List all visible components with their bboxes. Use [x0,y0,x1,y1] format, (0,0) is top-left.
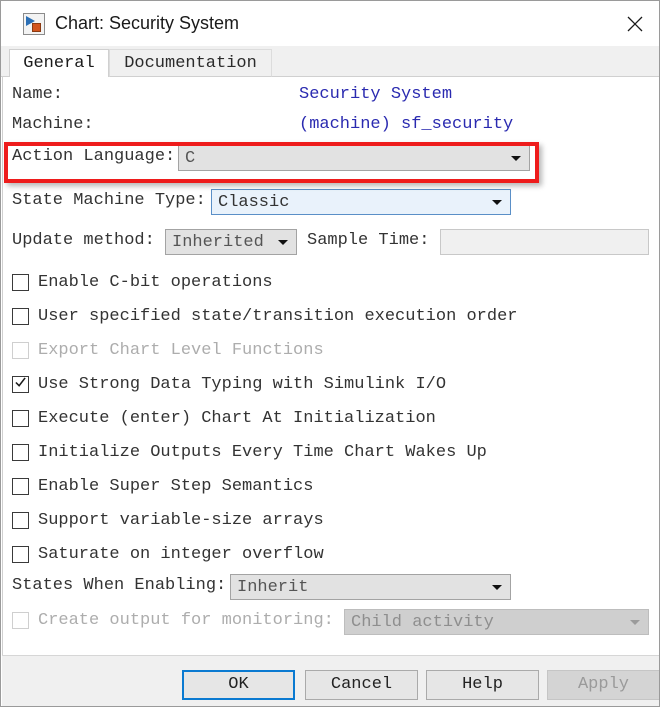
checkbox-box [12,512,29,529]
checkbox-box [12,376,29,393]
checkbox-box [12,546,29,563]
update-method-select[interactable]: Inherited [165,229,297,255]
checkbox-label: Use Strong Data Typing with Simulink I/O [38,375,447,394]
checkbox-label: Support variable-size arrays [38,511,324,530]
checkbox-label: Execute (enter) Chart At Initialization [38,409,436,428]
action-language-value: C [185,148,196,168]
checkbox-create-output-for-monitoring: Create output for monitoring: [12,611,334,630]
window-title: Chart: Security System [55,13,240,33]
states-when-enabling-select[interactable]: Inherit [230,574,511,600]
stateflow-chart-icon [23,12,45,35]
create-output-label: Create output for monitoring: [38,611,334,630]
checkbox-use-strong-data-typing[interactable]: Use Strong Data Typing with Simulink I/O [12,375,446,394]
chevron-down-icon [630,620,640,625]
apply-button: Apply [547,670,659,700]
cancel-button-label: Cancel [330,675,393,694]
update-method-row: Update method: [12,231,155,250]
create-output-value: Child activity [351,612,494,632]
checkbox-label: Export Chart Level Functions [38,341,324,360]
checkbox-execute-chart-at-initialization[interactable]: Execute (enter) Chart At Initialization [12,409,436,428]
sample-time-row: Sample Time: [307,231,429,250]
name-value[interactable]: Security System [299,85,452,104]
checkbox-box [12,274,29,291]
update-method-value: Inherited [172,232,264,252]
apply-button-label: Apply [577,675,629,694]
dialog-footer: OK Cancel Help Apply [2,655,659,706]
checkbox-box [12,444,29,461]
states-when-enabling-value: Inherit [237,577,309,597]
chevron-down-icon [492,585,502,590]
checkbox-box [12,478,29,495]
state-machine-type-label: State Machine Type: [12,191,206,210]
close-icon[interactable] [611,1,659,46]
machine-label: Machine: [12,115,94,134]
chevron-down-icon [278,240,288,245]
chart-properties-dialog: Chart: Security System General Documenta… [0,0,660,707]
check-icon [15,377,26,387]
checkbox-enable-super-step-semantics[interactable]: Enable Super Step Semantics [12,477,313,496]
sample-time-label: Sample Time: [307,231,430,250]
help-button[interactable]: Help [426,670,539,700]
name-value-row: Security System [299,85,452,104]
checkbox-box [12,410,29,427]
machine-value-row: (machine) sf_security [299,115,513,134]
action-language-row: Action Language: [12,147,175,166]
ok-button[interactable]: OK [182,670,295,700]
checkbox-support-variable-size-arrays[interactable]: Support variable-size arrays [12,511,324,530]
chevron-down-icon [511,156,521,161]
name-row: Name: [12,85,63,104]
general-tab-panel: Name: Security System Machine: (machine)… [2,77,659,655]
sample-time-input[interactable] [440,229,649,255]
state-machine-type-value: Classic [218,192,290,212]
checkbox-export-chart-level-functions: Export Chart Level Functions [12,341,324,360]
checkbox-user-specified-execution-order[interactable]: User specified state/transition executio… [12,307,517,326]
action-language-label: Action Language: [12,147,176,166]
update-method-label: Update method: [12,231,155,250]
title-bar: Chart: Security System [1,1,659,46]
tab-general[interactable]: General [9,49,109,77]
tab-documentation[interactable]: Documentation [109,49,272,77]
machine-row: Machine: [12,115,94,134]
checkbox-label: Enable C-bit operations [38,273,273,292]
name-label: Name: [12,85,64,104]
checkbox-label: Saturate on integer overflow [38,545,324,564]
checkbox-box [12,342,29,359]
state-machine-type-select[interactable]: Classic [211,189,511,215]
action-language-select[interactable]: C [178,145,530,171]
tab-documentation-label: Documentation [124,54,257,73]
tab-strip: General Documentation [1,46,659,77]
checkbox-enable-c-bit-operations[interactable]: Enable C-bit operations [12,273,273,292]
checkbox-initialize-outputs-every-time[interactable]: Initialize Outputs Every Time Chart Wake… [12,443,487,462]
checkbox-saturate-on-integer-overflow[interactable]: Saturate on integer overflow [12,545,324,564]
state-machine-type-row: State Machine Type: [12,191,206,210]
states-when-enabling-row: States When Enabling: [12,576,226,595]
ok-button-label: OK [228,675,249,694]
checkbox-label: Initialize Outputs Every Time Chart Wake… [38,443,487,462]
help-button-label: Help [462,675,503,694]
tab-general-label: General [23,54,95,73]
cancel-button[interactable]: Cancel [305,670,418,700]
checkbox-box [12,308,29,325]
chevron-down-icon [492,200,502,205]
checkbox-label: User specified state/transition executio… [38,307,518,326]
machine-value[interactable]: (machine) sf_security [299,115,513,134]
create-output-select: Child activity [344,609,649,635]
states-when-enabling-label: States When Enabling: [12,576,227,595]
checkbox-box [12,612,29,629]
checkbox-label: Enable Super Step Semantics [38,477,314,496]
